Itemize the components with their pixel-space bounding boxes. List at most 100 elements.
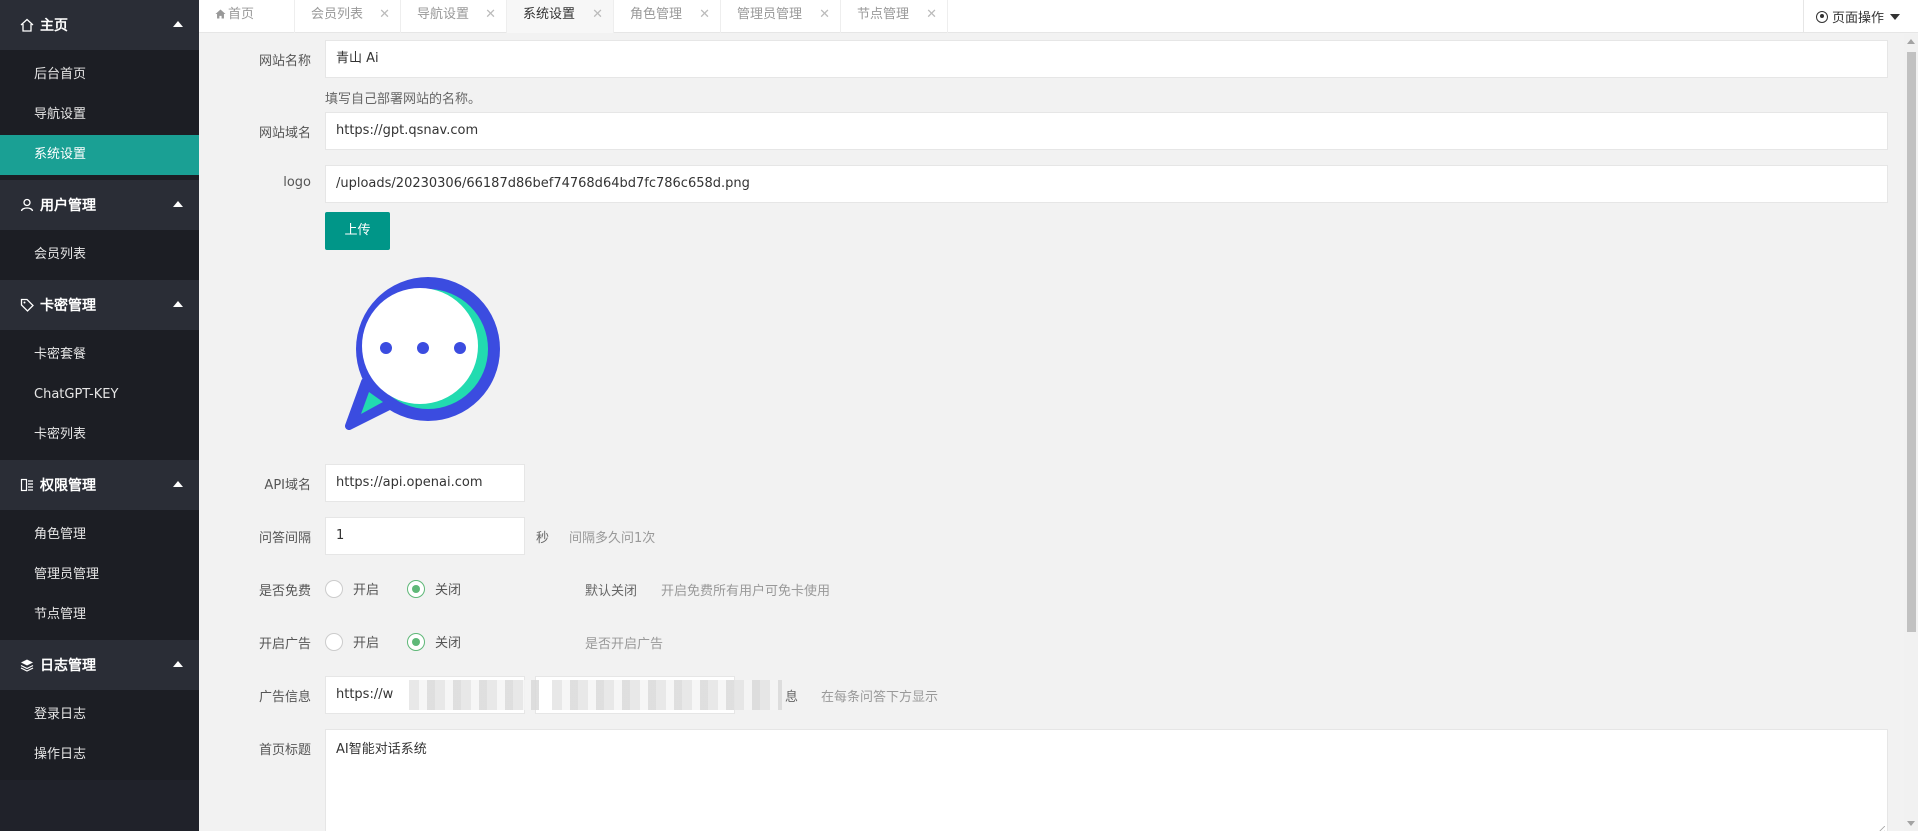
vertical-scrollbar[interactable] [1904,34,1918,831]
tab-system-settings[interactable]: 系统设置 ✕ [507,0,614,33]
interval-unit: 秒 [536,531,550,546]
ad-info-label: 广告信息 [258,690,311,705]
nav-group-header-users[interactable]: 用户管理 [0,180,199,230]
free-label: 是否免费 [258,584,311,599]
tab-label: 角色管理 [630,7,683,22]
nav-group-items: 卡密套餐 ChatGPT-KEY 卡密列表 [0,330,199,460]
tag-icon [20,298,34,312]
radio-circle [407,632,425,651]
close-icon[interactable]: ✕ [819,0,830,30]
tab-label: 系统设置 [523,7,576,22]
nav-group-header-logs[interactable]: 日志管理 [0,640,199,690]
caret-up-icon [173,481,183,487]
ads-label: 开启广告 [258,637,311,652]
radio-label: 关闭 [435,636,462,651]
radio-label: 开启 [353,636,380,651]
sidebar-item-chatgpt-key[interactable]: ChatGPT-KEY [0,375,199,415]
sidebar-item-nav-settings[interactable]: 导航设置 [0,95,199,135]
nav-group-title: 用户管理 [40,198,96,214]
close-icon[interactable]: ✕ [926,0,937,30]
scroll-up-icon[interactable] [1907,39,1915,44]
caret-up-icon [173,301,183,307]
ads-on-radio[interactable]: 开启 [325,632,379,651]
nav-group-items: 后台首页 导航设置 系统设置 [0,50,199,180]
tab-members[interactable]: 会员列表 ✕ [295,0,401,33]
tab-label: 管理员管理 [737,7,803,22]
interval-label: 问答间隔 [258,531,311,546]
sidebar-item-admins[interactable]: 管理员管理 [0,555,199,595]
nav-group-home: 主页 后台首页 导航设置 系统设置 [0,0,199,180]
close-icon[interactable]: ✕ [592,0,603,30]
api-domain-input[interactable]: https://api.openai.com [325,464,525,502]
radio-circle [325,632,343,651]
home-icon [20,18,34,32]
nav-group-title: 日志管理 [40,658,96,674]
free-hint: 开启免费所有用户可免卡使用 [661,584,831,599]
radio-label: 开启 [353,583,380,598]
caret-up-icon [173,661,183,667]
tab-home[interactable]: 首页 [199,0,295,33]
radio-label: 关闭 [435,583,462,598]
page-ops-label: 页面操作 [1832,11,1885,26]
upload-button[interactable]: 上传 [325,212,390,250]
tab-nodes[interactable]: 节点管理 ✕ [841,0,948,33]
free-on-radio[interactable]: 开启 [325,579,379,598]
ad-info-suffix: 息 [785,690,799,705]
caret-down-icon [1890,13,1901,20]
nav-group-cards: 卡密管理 卡密套餐 ChatGPT-KEY 卡密列表 [0,280,199,460]
sidebar-item-roles[interactable]: 角色管理 [0,515,199,555]
home-title-value: AI智能对话系统 [336,742,427,757]
tab-label: 会员列表 [311,7,364,22]
sidebar-item-system-settings[interactable]: 系统设置 [0,135,199,175]
site-domain-label: 网站域名 [258,126,311,141]
sidebar-item-operation-log[interactable]: 操作日志 [0,735,199,775]
tab-roles[interactable]: 角色管理 ✕ [614,0,721,33]
sidebar-item-login-log[interactable]: 登录日志 [0,695,199,735]
redacted-blur [409,680,539,710]
caret-up-icon [173,21,183,27]
settings-form: 网站名称 青山 Ai 填写自己部署网站的名称。 网站域名 https://gpt… [199,34,1904,831]
tab-bar: 首页 会员列表 ✕ 导航设置 ✕ 系统设置 ✕ 角色管理 ✕ 管理员管理 ✕ 节点管理 ✕ … [199,0,1918,33]
scroll-thumb[interactable] [1907,52,1916,632]
nav-group-permissions: 权限管理 角色管理 管理员管理 节点管理 [0,460,199,640]
home-icon [215,9,226,19]
page-operations-menu[interactable]: 页面操作 [1803,0,1918,33]
nav-group-header-permissions[interactable]: 权限管理 [0,460,199,510]
sidebar-item-members[interactable]: 会员列表 [0,235,199,275]
close-icon[interactable]: ✕ [485,0,496,30]
interval-input[interactable]: 1 [325,517,525,555]
tab-label: 首页 [228,7,255,22]
radio-circle [407,579,425,598]
scroll-down-icon[interactable] [1907,821,1915,826]
tab-nav-settings[interactable]: 导航设置 ✕ [401,0,507,33]
sidebar-item-card-list[interactable]: 卡密列表 [0,415,199,455]
ads-off-radio[interactable]: 关闭 [407,632,461,651]
close-icon[interactable]: ✕ [379,0,390,30]
nav-group-header-home[interactable]: 主页 [0,0,199,50]
home-title-label: 首页标题 [258,743,311,758]
tab-label: 节点管理 [857,7,910,22]
caret-up-icon [173,201,183,207]
interval-hint: 间隔多久问1次 [569,531,656,546]
sidebar: 主页 后台首页 导航设置 系统设置 用户管理 会员列表 卡密管理 卡密套餐 Ch… [0,0,199,831]
site-name-hint: 填写自己部署网站的名称。 [325,92,482,107]
sidebar-item-dashboard[interactable]: 后台首页 [0,55,199,95]
home-title-textarea[interactable]: AI智能对话系统 [325,729,1888,831]
sidebar-item-nodes[interactable]: 节点管理 [0,595,199,635]
site-domain-input[interactable]: https://gpt.qsnav.com [325,112,1888,150]
nav-group-header-cards[interactable]: 卡密管理 [0,280,199,330]
api-domain-label: API域名 [264,478,311,493]
nav-group-users: 用户管理 会员列表 [0,180,199,280]
free-off-radio[interactable]: 关闭 [407,579,461,598]
sidebar-item-card-packages[interactable]: 卡密套餐 [0,335,199,375]
site-name-input[interactable]: 青山 Ai [325,40,1888,78]
nav-group-items: 登录日志 操作日志 [0,690,199,780]
logo-path-input[interactable]: /uploads/20230306/66187d86bef74768d64bd7… [325,165,1888,203]
close-icon[interactable]: ✕ [699,0,710,30]
resize-handle-icon[interactable] [1875,826,1885,831]
site-name-label: 网站名称 [258,54,311,69]
circle-dot-icon [1816,10,1828,23]
tab-admins[interactable]: 管理员管理 ✕ [721,0,841,33]
nav-group-title: 权限管理 [40,478,96,494]
user-icon [20,198,34,212]
